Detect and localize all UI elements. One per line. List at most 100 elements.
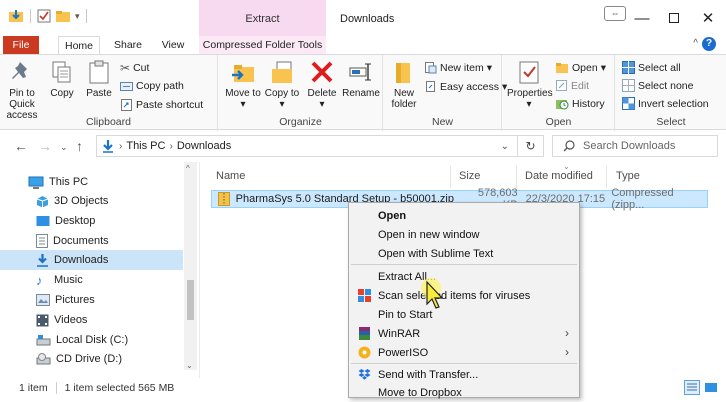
address-bar[interactable]: › This PC › Downloads ⌄ — [96, 135, 518, 157]
nav-label: 3D Objects — [54, 195, 109, 207]
column-divider[interactable] — [450, 166, 451, 188]
open-group-label: Open — [545, 116, 572, 128]
tab-view[interactable]: View — [153, 36, 193, 54]
properties-button[interactable]: Properties ▾ — [507, 59, 553, 110]
folder-down-icon[interactable] — [8, 9, 24, 23]
select-none-button[interactable]: Select none — [622, 79, 693, 92]
recent-locations-icon[interactable]: ⌄ — [60, 142, 68, 153]
rename-icon — [349, 63, 371, 81]
delete-button[interactable]: Delete ▾ — [305, 59, 339, 110]
easy-access-button[interactable]: Easy access ▾ — [424, 80, 507, 93]
address-dropdown-icon[interactable]: ⌄ — [501, 141, 509, 152]
cut-button[interactable]: ✂ Cut — [120, 61, 149, 75]
paste-shortcut-button[interactable]: Paste shortcut — [120, 98, 203, 111]
breadcrumb-this-pc[interactable]: This PC — [126, 140, 165, 152]
move-to-button[interactable]: Move to ▾ — [225, 59, 261, 110]
title-bar: ▾ Extract Downloads ⇔ — ✕ — [0, 0, 726, 36]
back-arrow-icon[interactable]: ← — [14, 138, 28, 154]
column-header-size[interactable]: Size — [459, 170, 480, 182]
menu-item-label: Open with Sublime Text — [378, 247, 494, 260]
menu-item-label: Open — [378, 209, 407, 222]
nav-label: This PC — [49, 176, 89, 188]
downloads-icon — [37, 254, 48, 267]
easy-access-label: Easy access — [440, 80, 499, 93]
new-folder-icon[interactable] — [55, 9, 71, 23]
scroll-down-icon[interactable]: ⌄ — [186, 361, 193, 370]
help-icon[interactable]: ? — [702, 37, 716, 51]
column-header-date[interactable]: Date modified — [525, 170, 593, 182]
menu-item-winrar[interactable]: WinRAR › — [349, 324, 579, 343]
copy-button[interactable]: Copy — [45, 59, 79, 99]
tab-file[interactable]: File — [3, 36, 39, 54]
copy-to-button[interactable]: Copy to ▾ — [264, 59, 300, 110]
select-all-button[interactable]: Select all — [622, 61, 681, 74]
menu-item-pin-to-start[interactable]: Pin to Start — [349, 305, 579, 324]
invert-selection-button[interactable]: Invert selection — [622, 97, 709, 110]
tab-compressed-folder-tools[interactable]: Compressed Folder Tools — [199, 36, 326, 54]
paste-button[interactable]: Paste — [82, 59, 116, 99]
up-arrow-icon[interactable]: ↑ — [76, 138, 83, 154]
maximize-button[interactable] — [660, 6, 688, 30]
forward-arrow-icon[interactable]: → — [38, 138, 52, 154]
search-icon — [563, 140, 575, 152]
rename-button[interactable]: Rename — [341, 59, 381, 99]
nav-label: Music — [54, 274, 83, 286]
easy-access-icon — [426, 81, 435, 92]
nav-item-pictures[interactable]: Pictures — [0, 290, 183, 310]
nav-item-3d-objects[interactable]: 3D Objects — [0, 191, 183, 211]
pin-to-quick-access-button[interactable]: Pin to Quick access — [2, 59, 42, 121]
tab-share[interactable]: Share — [108, 36, 148, 54]
nav-item-music[interactable]: ♪ Music — [0, 270, 183, 290]
breadcrumb-chevron-icon[interactable]: › — [169, 141, 172, 152]
edit-button[interactable]: Edit — [555, 79, 589, 92]
new-folder-button[interactable]: New folder — [386, 59, 422, 110]
menu-item-open-with-sublime-text[interactable]: Open with Sublime Text — [349, 244, 579, 263]
scroll-up-icon[interactable]: ^ — [186, 164, 190, 173]
open-label: Open — [572, 61, 598, 74]
details-view-button[interactable] — [684, 380, 700, 395]
copy-path-button[interactable]: Copy path — [120, 80, 184, 92]
nav-item-local-disk[interactable]: Local Disk (C:) — [0, 330, 183, 350]
edit-label: Edit — [571, 79, 590, 92]
nav-item-videos[interactable]: Videos — [0, 310, 183, 330]
large-icons-view-button[interactable] — [704, 381, 718, 395]
tab-home[interactable]: Home — [58, 36, 100, 54]
nav-item-cd-drive[interactable]: CD Drive (D:) — [0, 349, 183, 369]
customize-toolbar-icon[interactable]: ▾ — [75, 11, 80, 22]
scrollbar-thumb[interactable] — [187, 280, 194, 320]
nav-item-downloads[interactable]: Downloads — [0, 250, 183, 270]
menu-item-poweriso[interactable]: PowerISO › — [349, 343, 579, 362]
column-divider[interactable] — [516, 166, 517, 188]
breadcrumb-chevron-icon[interactable]: › — [119, 141, 122, 152]
ribbon-collapse-icon[interactable]: ^ — [693, 38, 698, 49]
refresh-button[interactable]: ↻ — [518, 135, 544, 157]
menu-item-send-with-transfer[interactable]: Send with Transfer... — [349, 365, 579, 384]
menu-item-extract-all[interactable]: Extract All... — [349, 267, 579, 286]
delete-label: Delete — [307, 88, 337, 99]
touch-mode-icon[interactable]: ⇔ — [604, 6, 626, 21]
history-button[interactable]: History — [555, 97, 605, 110]
large-icons-view-icon — [705, 383, 717, 392]
column-header-name[interactable]: Name — [216, 170, 245, 182]
search-input[interactable]: Search Downloads — [552, 135, 718, 157]
breadcrumb-downloads[interactable]: Downloads — [177, 140, 231, 152]
menu-item-open[interactable]: Open — [349, 206, 579, 225]
minimize-button[interactable]: — — [628, 6, 656, 30]
column-divider[interactable] — [606, 166, 607, 188]
properties-icon[interactable] — [37, 9, 51, 23]
menu-item-move-to-dropbox[interactable]: Move to Dropbox — [349, 383, 579, 402]
nav-label: CD Drive (D:) — [56, 353, 122, 365]
refresh-icon: ↻ — [525, 139, 536, 153]
open-button[interactable]: Open ▾ — [555, 61, 606, 74]
nav-pane-scrollbar[interactable]: ^ ⌄ — [184, 162, 197, 370]
column-header-type[interactable]: Type — [616, 170, 640, 182]
menu-item-scan-for-viruses[interactable]: Scan selected items for viruses — [349, 286, 579, 305]
menu-item-open-in-new-window[interactable]: Open in new window — [349, 225, 579, 244]
close-button[interactable]: ✕ — [694, 6, 722, 30]
new-item-button[interactable]: New item ▾ — [424, 61, 492, 74]
nav-item-desktop[interactable]: Desktop — [0, 211, 183, 231]
copy-to-icon — [272, 61, 292, 83]
nav-item-this-pc[interactable]: This PC — [0, 172, 183, 192]
nav-item-documents[interactable]: Documents — [0, 231, 183, 251]
winrar-icon — [359, 327, 370, 340]
